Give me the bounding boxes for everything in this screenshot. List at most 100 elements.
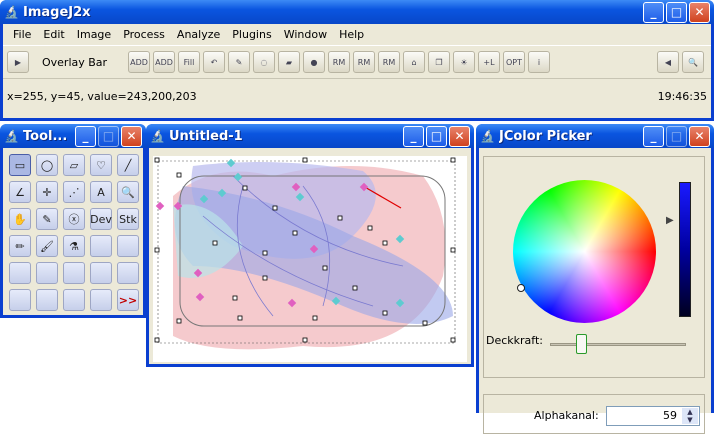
add-overlay-button[interactable]: ADD [128, 51, 150, 73]
status-text: x=255, y=45, value=243,200,203 [7, 89, 197, 103]
empty-tool-slot[interactable] [9, 262, 31, 284]
empty-tool-slot[interactable] [90, 235, 112, 257]
pencil-tool[interactable]: ✏ [9, 235, 31, 257]
minimize-button[interactable]: _ [643, 125, 664, 147]
empty-tool-slot[interactable] [9, 289, 31, 311]
empty-tool-slot[interactable] [117, 235, 139, 257]
alpha-value[interactable]: 59 [663, 409, 677, 422]
stk-tool[interactable]: Stk [117, 208, 139, 230]
empty-tool-slot[interactable] [63, 262, 85, 284]
maximize-button[interactable]: □ [666, 1, 687, 23]
close-button[interactable]: ✕ [449, 125, 470, 147]
color-panel: ▶ Deckkraft: [483, 156, 705, 378]
minimize-button[interactable]: _ [643, 1, 664, 23]
alpha-spinner[interactable]: 59 ▲ ▼ [606, 406, 700, 426]
dev-tool[interactable]: Dev [90, 208, 112, 230]
more-tools-button[interactable]: >> [117, 289, 139, 311]
flatten-icon[interactable]: ▰ [278, 51, 300, 73]
empty-tool-slot[interactable] [36, 262, 58, 284]
line-tool[interactable]: ╱ [117, 154, 139, 176]
image-window: 🔬 Untitled-1 _ □ ✕ [146, 124, 474, 367]
overlay-bar-label: Overlay Bar [42, 55, 108, 69]
alpha-label: Alphakanal: [534, 409, 599, 422]
menu-process[interactable]: Process [117, 28, 171, 41]
undo-icon[interactable]: ↶ [203, 51, 225, 73]
color-wheel[interactable] [513, 180, 656, 323]
wheel-cursor[interactable] [517, 284, 525, 292]
brightness-arrow-icon[interactable]: ▶ [666, 215, 674, 226]
minimize-button[interactable]: _ [403, 125, 424, 147]
polygon-tool[interactable]: ▱ [63, 154, 85, 176]
rectangle-tool[interactable]: ▭ [9, 154, 31, 176]
menu-edit[interactable]: Edit [37, 28, 70, 41]
opacity-label: Deckkraft: [486, 334, 543, 347]
image-canvas[interactable] [153, 156, 467, 362]
picker-title: JColor Picker [499, 128, 592, 144]
overlay-toolbar: ▶ Overlay Bar ADD ADD Fill ↶ ✎ ◌ ▰ ● RM … [3, 45, 711, 79]
x-tool[interactable]: ⓧ [63, 208, 85, 230]
zoom-icon[interactable]: 🔍 [682, 51, 704, 73]
minimize-button[interactable]: _ [75, 125, 96, 147]
add-overlay-button-2[interactable]: ADD [153, 51, 175, 73]
opacity-thumb[interactable] [576, 334, 587, 354]
tools-window: 🔬 Tool... _ □ ✕ ▭ ◯ ▱ ♡ ╱ ∠ ✛ ⋰ A 🔍 ✋ ✎ … [0, 124, 146, 318]
brush-tool[interactable]: 🖌 [36, 235, 58, 257]
point-tool[interactable]: ✛ [36, 181, 58, 203]
overlay-drawing [154, 157, 456, 350]
flood-fill-tool[interactable]: ⚗ [63, 235, 85, 257]
image-titlebar[interactable]: 🔬 Untitled-1 _ □ ✕ [146, 124, 474, 148]
magnifier-tool[interactable]: 🔍 [117, 181, 139, 203]
empty-tool-slot[interactable] [63, 289, 85, 311]
clock-text: 19:46:35 [657, 89, 707, 103]
tools-titlebar[interactable]: 🔬 Tool... _ □ ✕ [0, 124, 146, 148]
remove-overlay-button-2[interactable]: RM [353, 51, 375, 73]
menu-help[interactable]: Help [333, 28, 370, 41]
empty-tool-slot[interactable] [117, 262, 139, 284]
imagej-icon: 🔬 [150, 129, 165, 143]
menu-plugins[interactable]: Plugins [226, 28, 277, 41]
fill-button[interactable]: Fill [178, 51, 200, 73]
maximize-button: □ [98, 125, 119, 147]
eye-icon[interactable]: ● [303, 51, 325, 73]
menu-window[interactable]: Window [278, 28, 333, 41]
wand-tool[interactable]: ⋰ [63, 181, 85, 203]
lasso-icon[interactable]: ◌ [253, 51, 275, 73]
hand-tool[interactable]: ✋ [9, 208, 31, 230]
close-button[interactable]: ✕ [689, 125, 710, 147]
back-icon[interactable]: ◀ [657, 51, 679, 73]
spinner-arrows-icon[interactable]: ▲ ▼ [682, 408, 698, 424]
info-icon[interactable]: i [528, 51, 550, 73]
options-button[interactable]: OPT [503, 51, 525, 73]
main-titlebar[interactable]: 🔬 ImageJ2x _ □ ✕ [0, 0, 714, 24]
copy-icon[interactable]: ❐ [428, 51, 450, 73]
brightness-slider[interactable] [679, 182, 691, 317]
light-icon[interactable]: ☀ [453, 51, 475, 73]
text-tool[interactable]: A [90, 181, 112, 203]
menu-analyze[interactable]: Analyze [171, 28, 226, 41]
play-icon[interactable]: ▶ [7, 51, 29, 73]
home-icon[interactable]: ⌂ [403, 51, 425, 73]
menu-file[interactable]: File [7, 28, 37, 41]
tool-grid: ▭ ◯ ▱ ♡ ╱ ∠ ✛ ⋰ A 🔍 ✋ ✎ ⓧ Dev Stk ✏ 🖌 ⚗ [3, 148, 143, 317]
maximize-button[interactable]: □ [426, 125, 447, 147]
empty-tool-slot[interactable] [90, 262, 112, 284]
empty-tool-slot[interactable] [90, 289, 112, 311]
oval-tool[interactable]: ◯ [36, 154, 58, 176]
picker-titlebar[interactable]: 🔬 JColor Picker _ □ ✕ [476, 124, 714, 148]
imagej-icon: 🔬 [4, 5, 19, 19]
main-title: ImageJ2x [23, 4, 91, 20]
freehand-tool[interactable]: ♡ [90, 154, 112, 176]
dropper-tool[interactable]: ✎ [36, 208, 58, 230]
menu-image[interactable]: Image [71, 28, 117, 41]
opacity-track[interactable] [550, 343, 686, 346]
angle-tool[interactable]: ∠ [9, 181, 31, 203]
empty-tool-slot[interactable] [36, 289, 58, 311]
pipette-icon[interactable]: ✎ [228, 51, 250, 73]
alpha-panel: Alphakanal: 59 ▲ ▼ [483, 394, 705, 434]
remove-overlay-button-3[interactable]: RM [378, 51, 400, 73]
status-bar: x=255, y=45, value=243,200,203 19:46:35 [3, 79, 711, 113]
close-button[interactable]: ✕ [121, 125, 142, 147]
remove-overlay-button[interactable]: RM [328, 51, 350, 73]
plus-label-icon[interactable]: +L [478, 51, 500, 73]
close-button[interactable]: ✕ [689, 1, 710, 23]
